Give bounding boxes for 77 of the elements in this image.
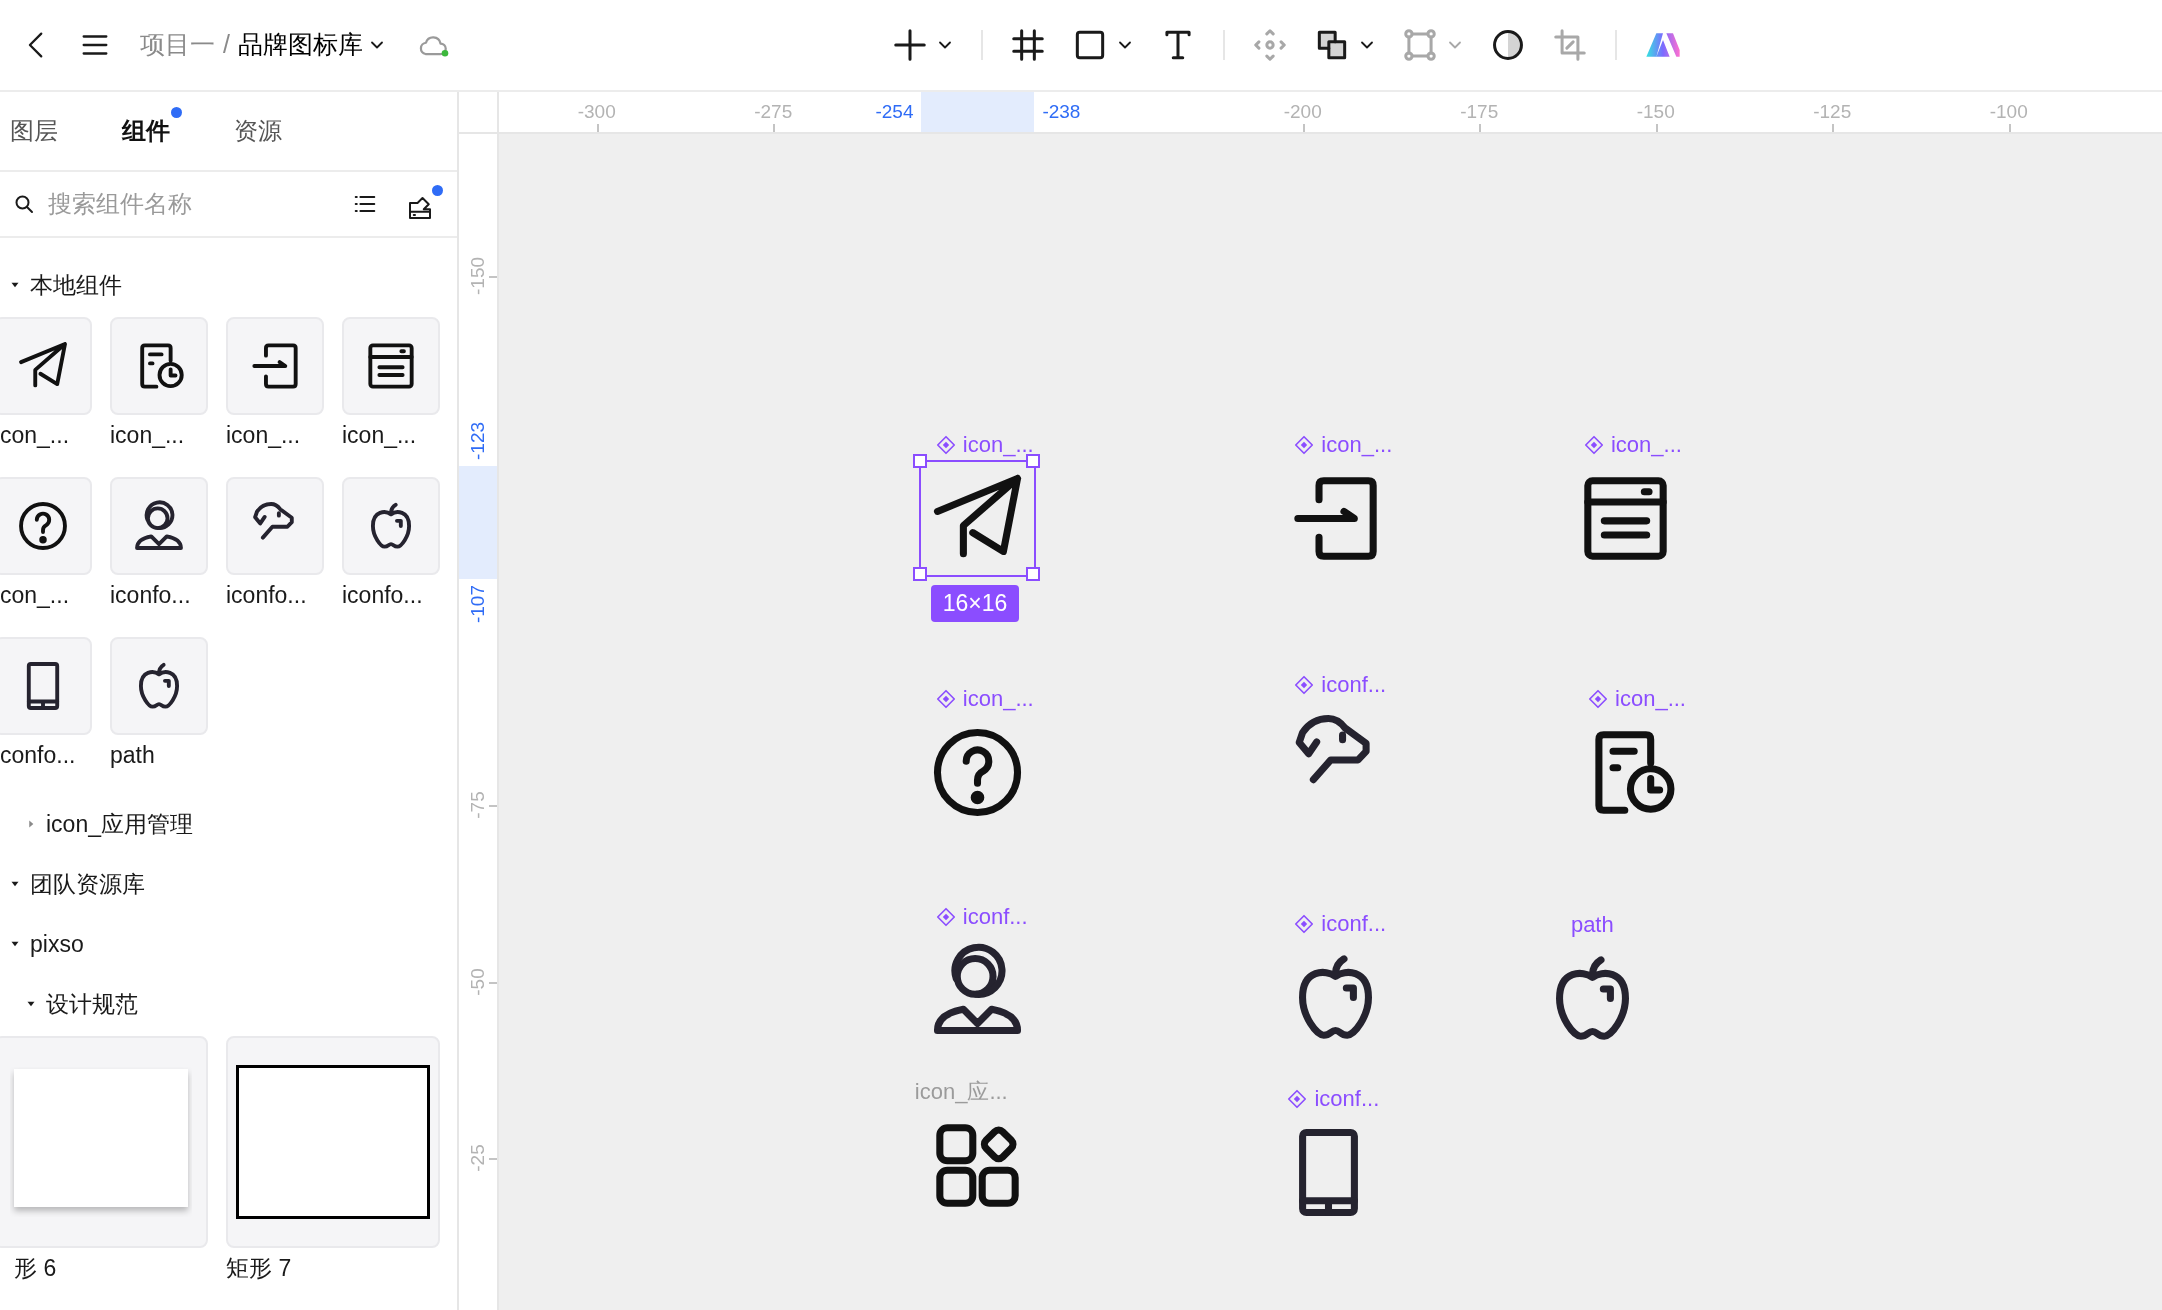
component-name: con_... — [0, 421, 71, 450]
ruler-label: -100 — [1988, 100, 2029, 124]
ruler-label: -107 — [466, 585, 489, 626]
ruler-label: -254 — [874, 100, 914, 124]
layer-name[interactable]: icon_... — [1610, 430, 1682, 461]
component-diamond-icon — [1293, 912, 1316, 935]
component-thumbnail[interactable] — [110, 317, 208, 415]
tree-item[interactable]: icon_应用管理 — [46, 806, 193, 842]
ruler-label: -150 — [1635, 100, 1676, 124]
layer-name[interactable]: iconf... — [1321, 670, 1387, 701]
layer-name[interactable]: iconf... — [1314, 1084, 1380, 1115]
ruler-label: -50 — [466, 967, 489, 998]
resize-handle[interactable] — [912, 567, 927, 582]
layer-name[interactable]: icon_... — [1321, 430, 1393, 461]
component-diamond-icon — [1587, 688, 1610, 711]
component-diamond-icon — [934, 688, 957, 711]
ruler-label: -150 — [466, 255, 489, 297]
ruler-label: -238 — [1042, 100, 1082, 124]
layer-name[interactable]: icon_... — [1615, 684, 1686, 715]
component-thumbnail[interactable] — [226, 477, 324, 575]
panel-tab[interactable]: 组件 — [122, 113, 170, 149]
ruler-label: -125 — [1812, 100, 1853, 124]
tree-item[interactable]: pixso — [30, 926, 84, 962]
ruler-label: -200 — [1282, 100, 1323, 124]
selection-frame[interactable] — [920, 462, 1034, 576]
component-thumbnail[interactable] — [0, 477, 92, 575]
component-name: path — [110, 741, 156, 770]
component-name: con_... — [0, 581, 71, 610]
component-thumbnail[interactable] — [0, 637, 92, 735]
component-thumbnail[interactable] — [226, 1036, 440, 1248]
component-thumbnail[interactable] — [226, 317, 324, 415]
component-thumbnail[interactable] — [0, 317, 92, 415]
panel-tab[interactable]: 图层 — [10, 113, 58, 149]
component-diamond-icon — [934, 906, 957, 929]
ruler-label: -75 — [466, 790, 489, 822]
tree-item[interactable]: 本地组件 — [30, 267, 122, 303]
rectangle-outline-icon — [236, 1065, 430, 1219]
layer-name[interactable]: icon_... — [962, 684, 1034, 715]
layer-name[interactable]: iconf... — [1321, 908, 1387, 939]
ruler-label: -175 — [1459, 100, 1500, 124]
component-name: 矩形 7 — [226, 1254, 293, 1283]
component-name: icon_... — [110, 421, 186, 450]
component-thumbnail[interactable] — [110, 477, 208, 575]
component-name: iconfo... — [110, 581, 192, 610]
component-diamond-icon — [1293, 434, 1316, 457]
ruler-label: -300 — [576, 100, 617, 124]
component-name: 形 6 — [13, 1254, 58, 1283]
resize-handle[interactable] — [912, 454, 927, 469]
component-diamond-icon — [1582, 434, 1605, 457]
panel-tab[interactable]: 资源 — [234, 113, 282, 149]
breadcrumb-separator: / — [223, 29, 230, 61]
component-name: confo... — [0, 741, 77, 770]
component-thumbnail[interactable] — [342, 477, 440, 575]
component-diamond-icon — [1286, 1088, 1309, 1111]
layer-name[interactable]: path — [1570, 910, 1614, 941]
file-name-dropdown[interactable]: 品牌图标库 — [237, 26, 387, 64]
layer-name[interactable]: iconf... — [962, 902, 1028, 933]
component-thumbnail[interactable] — [342, 317, 440, 415]
component-name: icon_... — [342, 421, 418, 450]
layer-name[interactable]: icon_... — [962, 430, 1034, 461]
tree-item[interactable]: 团队资源库 — [30, 866, 145, 902]
layer-name[interactable]: icon_应... — [914, 1077, 1008, 1108]
component-thumbnail[interactable] — [110, 637, 208, 735]
resize-handle[interactable] — [1025, 567, 1040, 582]
component-diamond-icon — [934, 434, 957, 457]
component-name: icon_... — [226, 421, 302, 450]
ruler-label: -275 — [753, 100, 794, 124]
ruler-label: -25 — [466, 1143, 489, 1175]
ruler-label: -123 — [466, 421, 489, 461]
tree-item[interactable]: 设计规范 — [46, 986, 138, 1022]
size-badge: 16×16 — [930, 585, 1020, 622]
breadcrumb-link[interactable]: 项目一 — [140, 26, 215, 64]
search-field[interactable]: 搜索组件名称 — [46, 185, 341, 223]
component-thumbnail[interactable] — [0, 1036, 208, 1248]
component-name: iconfo... — [342, 581, 424, 610]
component-diamond-icon — [1293, 674, 1316, 697]
component-name: iconfo... — [226, 581, 308, 610]
